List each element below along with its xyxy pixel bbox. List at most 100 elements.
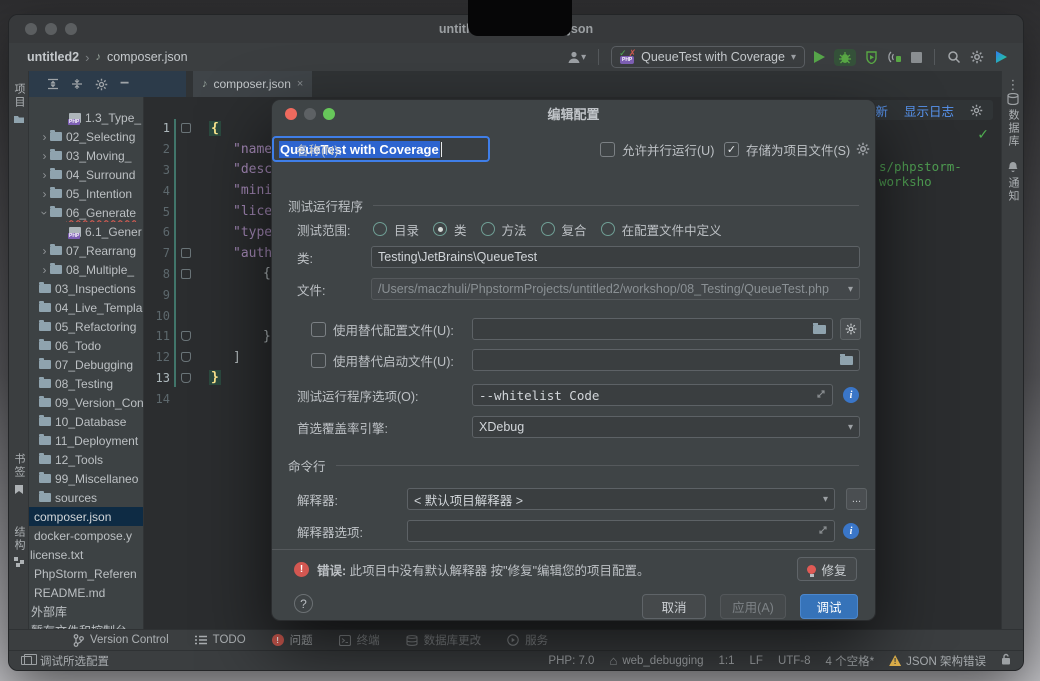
store-as-project-file-label[interactable]: 存储为项目文件(S): [746, 140, 850, 159]
run-configuration-selector[interactable]: ✓✗PHP QueueTest with Coverage ▾: [611, 46, 805, 68]
banner-gear-icon[interactable]: [970, 104, 983, 117]
server-widget[interactable]: ⌂ web_debugging: [609, 653, 703, 668]
store-settings-gear-icon[interactable]: [856, 142, 870, 156]
profiler-button[interactable]: [887, 50, 902, 64]
fold-marker[interactable]: [178, 331, 194, 341]
radio-icon[interactable]: [433, 222, 447, 236]
tool-button-version-control[interactable]: Version Control: [73, 634, 169, 647]
expand-field-icon[interactable]: [816, 389, 826, 402]
collapse-all-icon[interactable]: [71, 78, 83, 90]
expand-all-icon[interactable]: [47, 78, 59, 90]
tree-item[interactable]: › 06_Generate: [29, 203, 143, 222]
fix-button[interactable]: 修复: [797, 557, 857, 581]
scope-radio-option[interactable]: 目录: [373, 220, 419, 239]
indent-widget[interactable]: 4 个空格*: [826, 653, 875, 669]
tree-item[interactable]: › 05_Intention: [29, 184, 143, 203]
debug-button[interactable]: [834, 49, 856, 66]
tree-item[interactable]: › 1.3_Type_: [29, 108, 143, 127]
runner-options-input[interactable]: --whitelist Code: [472, 384, 833, 406]
alt-config-checkbox[interactable]: [311, 322, 326, 337]
tree-item[interactable]: › 09_Version_Con: [29, 393, 143, 412]
tree-item[interactable]: › 10_Database: [29, 412, 143, 431]
allow-parallel-checkbox[interactable]: [600, 142, 615, 157]
stacked-windows-icon[interactable]: [21, 656, 32, 665]
tree-item[interactable]: › 06_Todo: [29, 336, 143, 355]
apply-button[interactable]: 应用(A): [720, 594, 786, 619]
radio-icon[interactable]: [373, 222, 387, 236]
scope-radio-option[interactable]: 复合: [541, 220, 587, 239]
chevron-icon[interactable]: ›: [39, 263, 50, 277]
tree-item[interactable]: › README.md: [29, 583, 143, 602]
php-version-widget[interactable]: PHP: 7.0: [548, 655, 594, 667]
tree-item[interactable]: › 外部库: [29, 602, 143, 621]
tree-item[interactable]: › 04_Live_Templa: [29, 298, 143, 317]
stop-button[interactable]: [911, 52, 922, 63]
cancel-button[interactable]: 取消: [642, 594, 706, 619]
browse-folder-icon[interactable]: [813, 325, 826, 334]
fold-marker[interactable]: [178, 269, 194, 279]
radio-icon[interactable]: [541, 222, 555, 236]
chevron-icon[interactable]: ›: [39, 168, 50, 182]
write-lock-icon[interactable]: [1001, 653, 1011, 668]
tree-item[interactable]: › license.txt: [29, 545, 143, 564]
tool-button-todo[interactable]: TODO: [195, 634, 246, 646]
tool-button-structure[interactable]: 结构: [9, 526, 29, 567]
alt-config-input[interactable]: [472, 318, 833, 340]
fold-marker[interactable]: [178, 248, 194, 258]
tree-item[interactable]: › composer.json: [29, 507, 143, 526]
encoding-widget[interactable]: UTF-8: [778, 655, 811, 667]
fold-marker[interactable]: [178, 352, 194, 362]
expand-field-icon[interactable]: [818, 525, 828, 538]
tree-item[interactable]: › 07_Debugging: [29, 355, 143, 374]
fold-marker[interactable]: [178, 123, 194, 133]
chevron-icon[interactable]: ›: [39, 187, 50, 201]
help-button[interactable]: ?: [294, 594, 313, 613]
tree-item[interactable]: › sources: [29, 488, 143, 507]
tab-composer-json[interactable]: ♪ composer.json ×: [193, 71, 312, 97]
interpreter-combo[interactable]: < 默认项目解释器 > ▾: [407, 488, 835, 510]
settings-gear-icon[interactable]: [970, 50, 984, 64]
tree-item[interactable]: › 05_Refactoring: [29, 317, 143, 336]
chevron-icon[interactable]: ›: [39, 149, 50, 163]
ide-gradient-icon[interactable]: [993, 49, 1009, 65]
run-button[interactable]: [814, 51, 825, 63]
tree-item[interactable]: › 08_Multiple_: [29, 260, 143, 279]
alt-config-gear-button[interactable]: [840, 318, 861, 340]
tree-item[interactable]: › 03_Moving_: [29, 146, 143, 165]
interpreter-options-input[interactable]: [407, 520, 835, 542]
tree-item[interactable]: › PhpStorm_Referen: [29, 564, 143, 583]
tool-button-bookmarks[interactable]: 书签: [9, 453, 29, 495]
json-schema-widget[interactable]: ! JSON 架构错误: [889, 653, 986, 669]
caret-position-widget[interactable]: 1:1: [719, 655, 735, 667]
tree-item[interactable]: › docker-compose.y: [29, 526, 143, 545]
tool-button-problems[interactable]: ! 问题: [272, 632, 313, 648]
info-icon[interactable]: i: [843, 387, 859, 403]
tool-button-services[interactable]: 服务: [507, 632, 548, 648]
tree-item[interactable]: › 03_Inspections: [29, 279, 143, 298]
tree-item[interactable]: › 12_Tools: [29, 450, 143, 469]
tree-item[interactable]: › 04_Surround: [29, 165, 143, 184]
search-everywhere-icon[interactable]: [947, 50, 961, 64]
interpreter-more-button[interactable]: ...: [846, 488, 867, 510]
tool-button-database[interactable]: 数据库: [1002, 93, 1024, 148]
tab-close-icon[interactable]: ×: [297, 78, 303, 90]
alt-bootstrap-label[interactable]: 使用替代启动文件(U):: [333, 351, 454, 370]
hide-panel-icon[interactable]: −: [120, 75, 129, 93]
more-tool-windows-icon[interactable]: ⋮: [1002, 77, 1024, 93]
alt-bootstrap-checkbox[interactable]: [311, 353, 326, 368]
info-icon[interactable]: i: [843, 523, 859, 539]
user-account-icon[interactable]: ▾: [567, 50, 586, 64]
tool-button-database-changes[interactable]: 数据库更改: [406, 632, 482, 648]
tree-item[interactable]: › 02_Selecting: [29, 127, 143, 146]
alt-config-label[interactable]: 使用替代配置文件(U):: [333, 320, 454, 339]
scope-radio-option[interactable]: 方法: [481, 220, 527, 239]
inspections-ok-icon[interactable]: ✓: [977, 126, 989, 143]
chevron-icon[interactable]: ›: [39, 244, 50, 258]
line-ending-widget[interactable]: LF: [750, 655, 763, 667]
tool-button-notifications[interactable]: 通知: [1002, 161, 1024, 203]
tool-button-terminal[interactable]: 终端: [339, 632, 380, 648]
scope-radio-option[interactable]: 在配置文件中定义: [601, 220, 722, 239]
alt-bootstrap-input[interactable]: [472, 349, 860, 371]
tree-item[interactable]: › 07_Rearrang: [29, 241, 143, 260]
allow-parallel-label[interactable]: 允许并行运行(U): [622, 140, 714, 159]
